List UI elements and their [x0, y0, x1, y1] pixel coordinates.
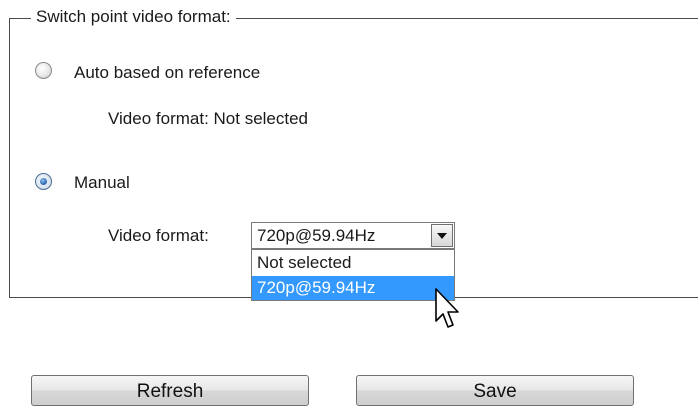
group-legend: Switch point video format:: [31, 6, 236, 28]
refresh-button[interactable]: Refresh: [31, 375, 309, 406]
auto-video-format-text: Video format: Not selected: [108, 109, 309, 128]
manual-video-format-label: Video format:: [108, 226, 209, 245]
video-format-dropdown-list: Not selected 720p@59.94Hz: [251, 249, 455, 301]
radio-selected-dot: [40, 178, 47, 185]
save-button[interactable]: Save: [356, 375, 634, 406]
mouse-pointer-icon: [435, 288, 459, 328]
video-format-select[interactable]: 720p@59.94Hz: [251, 222, 455, 249]
dropdown-option-not-selected[interactable]: Not selected: [252, 251, 454, 275]
auto-based-on-reference-radio[interactable]: [35, 62, 52, 79]
dropdown-arrow-button[interactable]: [431, 224, 453, 247]
auto-based-on-reference-label[interactable]: Auto based on reference: [74, 62, 260, 84]
dropdown-option-720p-59-94hz[interactable]: 720p@59.94Hz: [252, 276, 454, 300]
video-format-select-value: 720p@59.94Hz: [257, 226, 376, 245]
manual-radio[interactable]: [35, 173, 52, 190]
chevron-down-icon: [437, 233, 447, 239]
manual-label[interactable]: Manual: [74, 172, 130, 194]
